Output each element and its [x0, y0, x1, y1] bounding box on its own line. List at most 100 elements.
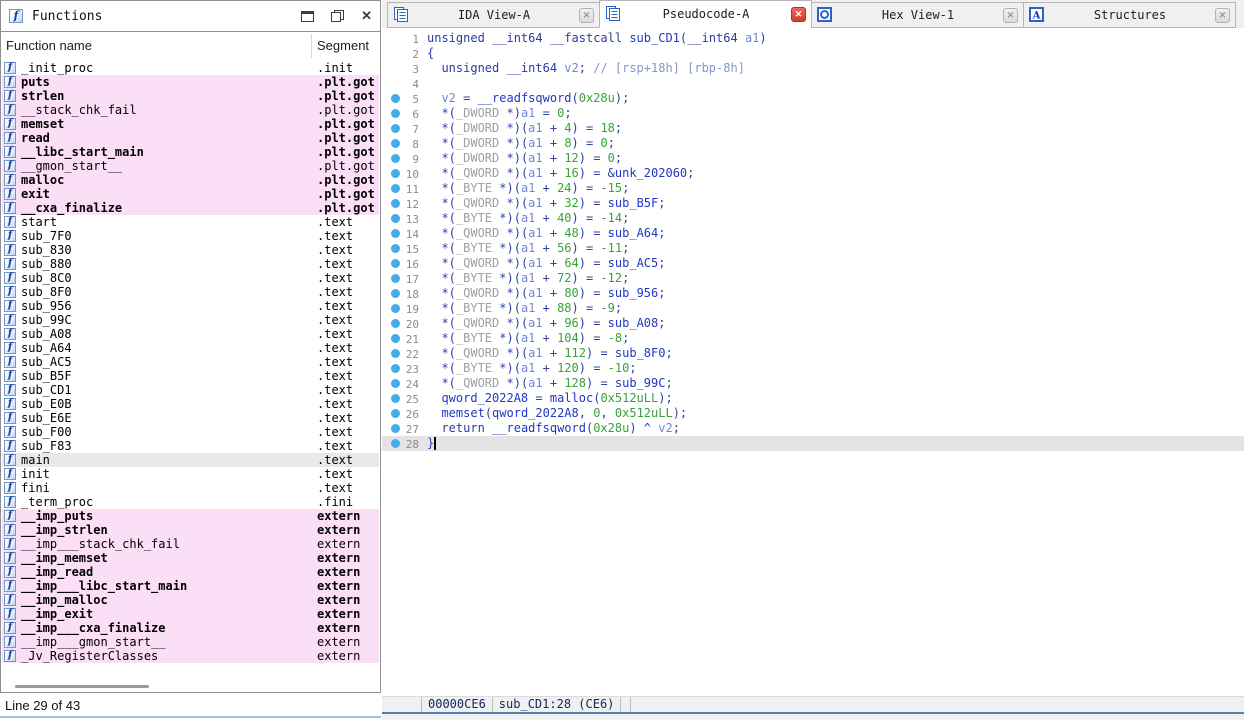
code-line[interactable]: 6 *(_DWORD *)a1 = 0;: [382, 106, 1244, 121]
function-row[interactable]: f__imp_exitextern: [2, 607, 379, 621]
restore-icon[interactable]: [331, 10, 344, 22]
function-row[interactable]: f__imp_readextern: [2, 565, 379, 579]
function-row[interactable]: fstrlen.plt.got: [2, 89, 379, 103]
function-row[interactable]: f__libc_start_main.plt.got: [2, 145, 379, 159]
function-row[interactable]: f__imp_strlenextern: [2, 523, 379, 537]
code-line[interactable]: 28}: [382, 436, 1244, 451]
function-row[interactable]: fmain.text: [2, 453, 379, 467]
code-line[interactable]: 10 *(_QWORD *)(a1 + 16) = &unk_202060;: [382, 166, 1244, 181]
close-icon[interactable]: ✕: [361, 8, 372, 24]
code-line[interactable]: 23 *(_BYTE *)(a1 + 120) = -10;: [382, 361, 1244, 376]
function-row[interactable]: fsub_830.text: [2, 243, 379, 257]
function-row[interactable]: f_Jv_RegisterClassesextern: [2, 649, 379, 663]
tab-ida-view-a[interactable]: IDA View-A✕: [387, 2, 600, 28]
tab-hex-view-1[interactable]: Hex View-1✕: [811, 2, 1024, 28]
function-row[interactable]: f__stack_chk_fail.plt.got: [2, 103, 379, 117]
line-number: 8: [382, 137, 419, 152]
code-line[interactable]: 24 *(_QWORD *)(a1 + 128) = sub_99C;: [382, 376, 1244, 391]
code-line[interactable]: 22 *(_QWORD *)(a1 + 112) = sub_8F0;: [382, 346, 1244, 361]
function-row[interactable]: ffini.text: [2, 481, 379, 495]
function-row[interactable]: f__imp___cxa_finalizeextern: [2, 621, 379, 635]
code-line[interactable]: 13 *(_BYTE *)(a1 + 40) = -14;: [382, 211, 1244, 226]
function-row[interactable]: f__imp___stack_chk_failextern: [2, 537, 379, 551]
function-name: __imp_memset: [21, 551, 108, 565]
pseudocode-view[interactable]: 1unsigned __int64 __fastcall sub_CD1(__i…: [382, 28, 1244, 696]
function-row[interactable]: fsub_CD1.text: [2, 383, 379, 397]
code-line[interactable]: 15 *(_BYTE *)(a1 + 56) = -11;: [382, 241, 1244, 256]
code-line[interactable]: 20 *(_QWORD *)(a1 + 96) = sub_A08;: [382, 316, 1244, 331]
code-line[interactable]: 5 v2 = __readfsqword(0x28u);: [382, 91, 1244, 106]
function-row[interactable]: fputs.plt.got: [2, 75, 379, 89]
code-line[interactable]: 4: [382, 76, 1244, 91]
column-divider[interactable]: [311, 34, 312, 58]
tab-structures[interactable]: AStructures✕: [1023, 2, 1236, 28]
function-segment: .text: [317, 383, 353, 397]
code-line[interactable]: 25 qword_2022A8 = malloc(0x512uLL);: [382, 391, 1244, 406]
functions-titlebar[interactable]: f Functions ✕: [1, 1, 380, 32]
function-segment: .text: [317, 243, 353, 257]
function-row[interactable]: f__cxa_finalize.plt.got: [2, 201, 379, 215]
column-header-segment[interactable]: Segment: [317, 38, 369, 53]
function-row[interactable]: f__imp_memsetextern: [2, 551, 379, 565]
code-line[interactable]: 19 *(_BYTE *)(a1 + 88) = -9;: [382, 301, 1244, 316]
function-row[interactable]: f__imp_putsextern: [2, 509, 379, 523]
code-line[interactable]: 2{: [382, 46, 1244, 61]
code-line[interactable]: 12 *(_QWORD *)(a1 + 32) = sub_B5F;: [382, 196, 1244, 211]
function-f-icon: f: [9, 9, 23, 23]
tab-close-icon[interactable]: ✕: [1215, 8, 1230, 23]
code-line[interactable]: 21 *(_BYTE *)(a1 + 104) = -8;: [382, 331, 1244, 346]
function-row[interactable]: fsub_A08.text: [2, 327, 379, 341]
function-row[interactable]: fsub_8F0.text: [2, 285, 379, 299]
function-row[interactable]: fsub_F00.text: [2, 425, 379, 439]
function-row[interactable]: f__imp___libc_start_mainextern: [2, 579, 379, 593]
code-line[interactable]: 27 return __readfsqword(0x28u) ^ v2;: [382, 421, 1244, 436]
function-row[interactable]: fsub_B5F.text: [2, 369, 379, 383]
function-row[interactable]: fread.plt.got: [2, 131, 379, 145]
column-header-function-name[interactable]: Function name: [6, 38, 92, 53]
tab-close-icon[interactable]: ✕: [1003, 8, 1018, 23]
code-line[interactable]: 14 *(_QWORD *)(a1 + 48) = sub_A64;: [382, 226, 1244, 241]
tab-pseudocode-a[interactable]: Pseudocode-A✕: [599, 0, 812, 28]
function-row[interactable]: fsub_A64.text: [2, 341, 379, 355]
function-row[interactable]: f__imp___gmon_start__extern: [2, 635, 379, 649]
maximize-icon[interactable]: [301, 11, 314, 22]
function-row[interactable]: f_init_proc.init: [2, 61, 379, 75]
code-line[interactable]: 3 unsigned __int64 v2; // [rsp+18h] [rbp…: [382, 61, 1244, 76]
function-segment: .plt.got: [317, 89, 375, 103]
function-row[interactable]: fsub_E6E.text: [2, 411, 379, 425]
code-line[interactable]: 17 *(_BYTE *)(a1 + 72) = -12;: [382, 271, 1244, 286]
function-row[interactable]: f_term_proc.fini: [2, 495, 379, 509]
tab-close-icon[interactable]: ✕: [791, 7, 806, 22]
horizontal-scrollbar-track[interactable]: [11, 683, 211, 690]
code-line[interactable]: 11 *(_BYTE *)(a1 + 24) = -15;: [382, 181, 1244, 196]
function-row[interactable]: fsub_880.text: [2, 257, 379, 271]
function-segment: .text: [317, 327, 353, 341]
function-name: sub_A64: [21, 341, 72, 355]
code-line[interactable]: 16 *(_QWORD *)(a1 + 64) = sub_AC5;: [382, 256, 1244, 271]
function-row[interactable]: fexit.plt.got: [2, 187, 379, 201]
function-row[interactable]: fsub_AC5.text: [2, 355, 379, 369]
horizontal-scrollbar-thumb[interactable]: [15, 685, 149, 688]
function-row[interactable]: fsub_99C.text: [2, 313, 379, 327]
function-row[interactable]: fsub_E0B.text: [2, 397, 379, 411]
function-row[interactable]: fsub_956.text: [2, 299, 379, 313]
function-row[interactable]: fmalloc.plt.got: [2, 173, 379, 187]
code-line[interactable]: 1unsigned __int64 __fastcall sub_CD1(__i…: [382, 31, 1244, 46]
tab-close-icon[interactable]: ✕: [579, 8, 594, 23]
function-row[interactable]: f__imp_mallocextern: [2, 593, 379, 607]
code-line[interactable]: 26 memset(qword_2022A8, 0, 0x512uLL);: [382, 406, 1244, 421]
function-row[interactable]: fsub_8C0.text: [2, 271, 379, 285]
line-number: 10: [382, 167, 419, 182]
function-row[interactable]: fmemset.plt.got: [2, 117, 379, 131]
code-line[interactable]: 18 *(_QWORD *)(a1 + 80) = sub_956;: [382, 286, 1244, 301]
function-row[interactable]: f__gmon_start__.plt.got: [2, 159, 379, 173]
function-row[interactable]: fstart.text: [2, 215, 379, 229]
code-line[interactable]: 7 *(_DWORD *)(a1 + 4) = 18;: [382, 121, 1244, 136]
function-row[interactable]: fsub_F83.text: [2, 439, 379, 453]
hex-view-icon: [817, 7, 833, 23]
code-line[interactable]: 9 *(_DWORD *)(a1 + 12) = 0;: [382, 151, 1244, 166]
function-row[interactable]: finit.text: [2, 467, 379, 481]
function-row[interactable]: fsub_7F0.text: [2, 229, 379, 243]
code-line[interactable]: 8 *(_DWORD *)(a1 + 8) = 0;: [382, 136, 1244, 151]
function-name: sub_8F0: [21, 285, 72, 299]
